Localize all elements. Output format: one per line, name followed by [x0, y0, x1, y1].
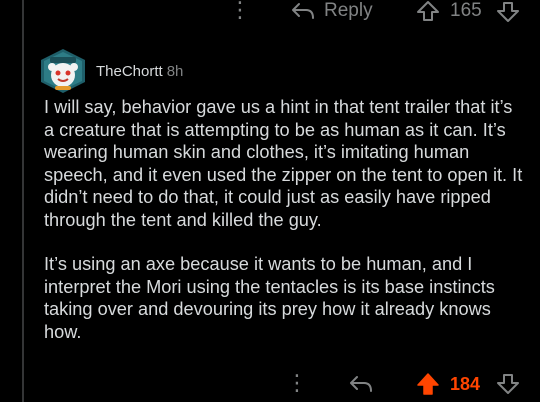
downvote-icon[interactable]: [496, 373, 520, 395]
thread-line[interactable]: [22, 0, 24, 402]
upvote-icon[interactable]: [416, 0, 440, 22]
reply-arrow-icon[interactable]: [290, 0, 316, 22]
comment-actions: ⋮ 184: [0, 370, 540, 398]
comment-meta: TheChortt 8h: [96, 63, 183, 81]
upvote-active-icon[interactable]: [416, 372, 440, 396]
downvote-icon[interactable]: [496, 1, 520, 23]
comment-paragraph: It’s using an axe because it wants to be…: [44, 254, 495, 342]
more-options-icon[interactable]: ⋮: [286, 370, 308, 396]
author-username[interactable]: TheChortt: [96, 63, 163, 80]
comment-timestamp: 8h: [166, 63, 184, 80]
reply-button[interactable]: Reply: [324, 0, 373, 22]
vote-score: 184: [450, 374, 481, 394]
more-options-icon[interactable]: ⋮: [229, 0, 251, 22]
comment-paragraph: I will say, behavior gave us a hint in t…: [44, 97, 523, 230]
reply-arrow-icon[interactable]: [348, 373, 374, 395]
previous-comment-actions: ⋮ Reply 165: [0, 0, 540, 26]
comment-body: I will say, behavior gave us a hint in t…: [44, 96, 524, 343]
vote-score: 165: [450, 0, 482, 21]
user-avatar[interactable]: [40, 48, 86, 94]
